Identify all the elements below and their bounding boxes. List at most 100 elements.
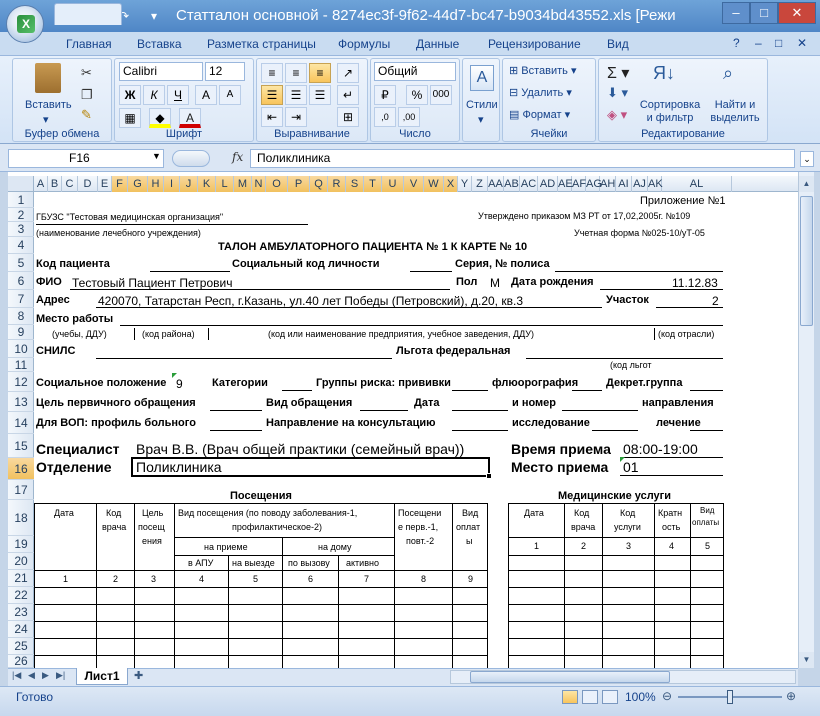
format-painter-icon[interactable]: ✎ — [81, 107, 92, 123]
column-header-ah[interactable]: AH — [600, 176, 616, 192]
format-cells-button[interactable]: ▤ Формат ▾ — [509, 108, 570, 121]
scroll-down-icon[interactable]: ▼ — [799, 652, 814, 668]
st-h-mult1[interactable]: Кратн — [658, 508, 682, 518]
vt-h-goal3[interactable]: ения — [142, 536, 162, 546]
r4-form-title[interactable]: ТАЛОН АМБУЛАТОРНОГО ПАЦИЕНТА № 1 К КАРТЕ… — [218, 241, 527, 253]
column-header-h[interactable]: H — [148, 176, 164, 192]
st-num-1[interactable]: 1 — [534, 541, 539, 551]
column-header-aa[interactable]: AA — [488, 176, 504, 192]
column-header-f[interactable]: F — [112, 176, 128, 192]
r9-district-caption[interactable]: (код района) — [142, 329, 195, 339]
decrease-decimal-icon[interactable]: ,00 — [398, 107, 420, 127]
r9-study-caption[interactable]: (учебы, ДДУ) — [52, 329, 107, 339]
currency-icon[interactable]: ₽ — [374, 85, 396, 105]
vt-h-goal2[interactable]: посещ — [138, 522, 165, 532]
r15-time-value[interactable]: 08:00-19:00 — [623, 441, 698, 457]
scroll-up-icon[interactable]: ▲ — [799, 176, 814, 192]
row-header-9[interactable]: 9 — [8, 325, 34, 340]
column-header-m[interactable]: M — [234, 176, 252, 192]
vt-h-visit[interactable]: на выезде — [232, 558, 275, 568]
st-h-date[interactable]: Дата — [524, 508, 544, 518]
font-name-combo[interactable]: Calibri — [119, 62, 203, 81]
align-left-icon[interactable]: ☰ — [261, 85, 283, 105]
column-header-n[interactable]: N — [252, 176, 266, 192]
vt-h-first1[interactable]: Посещени — [398, 508, 441, 518]
r17-services-title[interactable]: Медицинские услуги — [558, 490, 671, 502]
r17-visits-title[interactable]: Посещения — [230, 490, 292, 502]
insert-sheet-icon[interactable]: ✚ — [134, 669, 143, 682]
r12-social-status-value[interactable]: 9 — [176, 377, 183, 391]
zoom-out-icon[interactable]: ⊖ — [662, 689, 672, 703]
zoom-in-icon[interactable]: ⊕ — [786, 689, 796, 703]
font-grow-icon[interactable]: A — [195, 85, 217, 105]
r6-birthdate-value[interactable]: 11.12.83 — [672, 276, 718, 290]
vt-h-home[interactable]: на дому — [318, 542, 352, 552]
clear-icon[interactable]: ◈ ▾ — [607, 107, 627, 123]
r1-annex[interactable]: Приложение №1 — [640, 195, 726, 207]
row-header-11[interactable]: 11 — [8, 358, 34, 372]
minimize-button[interactable]: – — [722, 2, 750, 24]
column-header-u[interactable]: U — [382, 176, 404, 192]
bold-button[interactable]: Ж — [119, 85, 141, 105]
row-header-24[interactable]: 24 — [8, 621, 34, 638]
r10-snils-label[interactable]: СНИЛС — [36, 345, 75, 357]
column-header-y[interactable]: Y — [458, 176, 472, 192]
name-box[interactable]: F16 — [8, 149, 164, 168]
r15-specialist-value[interactable]: Врач В.В. (Врач общей практики (семейный… — [136, 441, 464, 457]
column-header-ab[interactable]: AB — [504, 176, 520, 192]
sheet-tab-list1[interactable]: Лист1 — [76, 668, 128, 685]
r13-referral-label[interactable]: направления — [642, 397, 714, 409]
column-header-ag[interactable]: AG — [586, 176, 602, 192]
close-button[interactable]: ✕ — [778, 2, 816, 24]
row-header-1[interactable]: 1 — [8, 192, 34, 208]
thousands-button[interactable]: 000 — [430, 85, 452, 105]
r5-social-code-label[interactable]: Социальный код личности — [232, 258, 380, 270]
align-center-icon[interactable]: ☰ — [285, 85, 307, 105]
sort-filter-button[interactable]: Сортировка и фильтр — [637, 99, 703, 125]
help-icon[interactable]: ? — [733, 36, 740, 56]
row-header-10[interactable]: 10 — [8, 340, 34, 358]
styles-button[interactable]: Стили — [466, 99, 498, 111]
tab-nav-next-icon[interactable]: ▶ — [42, 670, 49, 681]
vt-h-date[interactable]: Дата — [54, 508, 74, 518]
tab-home[interactable]: Главная — [66, 37, 112, 57]
tab-data[interactable]: Данные — [416, 37, 459, 57]
row-header-12[interactable]: 12 — [8, 372, 34, 392]
st-h-mult2[interactable]: ость — [662, 522, 680, 532]
r7-address-label[interactable]: Адрес — [36, 294, 70, 306]
column-header-e[interactable]: E — [98, 176, 112, 192]
st-num-4[interactable]: 4 — [669, 541, 674, 551]
font-size-combo[interactable]: 12 — [205, 62, 245, 81]
number-format-combo[interactable]: Общий — [374, 62, 456, 81]
row-header-3[interactable]: 3 — [8, 222, 34, 237]
vt-num-1[interactable]: 1 — [63, 574, 68, 584]
column-header-l[interactable]: L — [216, 176, 234, 192]
merge-center-icon[interactable]: ⊞ — [337, 107, 359, 127]
r6-fio-label[interactable]: ФИО — [36, 276, 62, 288]
column-header-r[interactable]: R — [328, 176, 346, 192]
decrease-indent-icon[interactable]: ⇤ — [261, 107, 283, 127]
r3-institution-caption[interactable]: (наименование лечебного учреждения) — [36, 228, 201, 238]
name-box-dropdown-icon[interactable]: ▼ — [152, 151, 161, 161]
tab-page-layout[interactable]: Разметка страницы — [207, 37, 316, 57]
st-h-svc1[interactable]: Код — [620, 508, 635, 518]
column-header-ak[interactable]: AK — [648, 176, 663, 192]
r8-workplace-label[interactable]: Место работы — [36, 313, 113, 325]
column-header-p[interactable]: P — [288, 176, 310, 192]
column-header-q[interactable]: Q — [310, 176, 328, 192]
page-break-view-icon[interactable] — [602, 690, 618, 704]
st-h-pay1[interactable]: Вид — [700, 506, 714, 515]
align-top-icon[interactable]: ≡ — [261, 63, 283, 83]
vt-h-kind3[interactable]: профилактическое-2) — [232, 522, 322, 532]
r6-birthdate-label[interactable]: Дата рождения — [511, 276, 594, 288]
vt-h-pay1[interactable]: Вид — [462, 508, 478, 518]
vt-num-8[interactable]: 8 — [421, 574, 426, 584]
r7-address-value[interactable]: 420070, Татарстан Респ, г.Казань, ул.40 … — [98, 294, 523, 308]
r6-sex-label[interactable]: Пол — [456, 276, 477, 288]
column-header-t[interactable]: T — [364, 176, 382, 192]
row-header-8[interactable]: 8 — [8, 308, 34, 325]
maximize-button[interactable]: □ — [750, 2, 778, 24]
select-all-corner[interactable] — [8, 176, 34, 192]
insert-function-button[interactable]: fx — [232, 150, 243, 164]
row-header-15[interactable]: 15 — [8, 434, 34, 458]
